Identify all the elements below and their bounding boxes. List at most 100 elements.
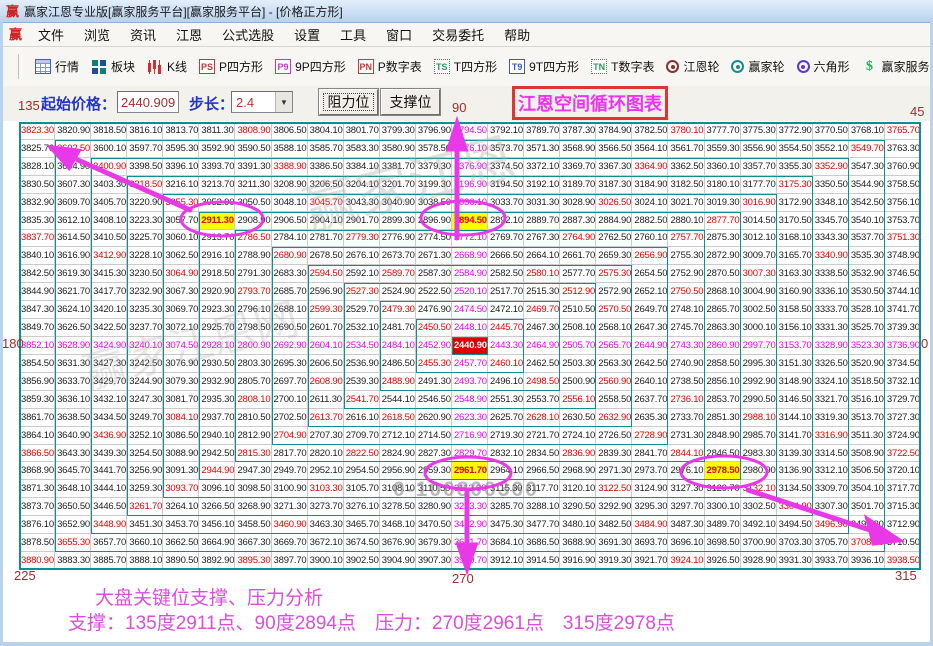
toolbar-items: 行情板块K线PSP四方形P99P四方形PNP数字表TST四方形T99T四方形TN… bbox=[29, 56, 933, 77]
grid-cell: 3417.70 bbox=[91, 283, 127, 301]
grid-cell: 3357.70 bbox=[741, 158, 777, 176]
grid-cell: 2616.10 bbox=[344, 409, 380, 427]
grid-cell: 3504.10 bbox=[849, 480, 885, 498]
grid-cell: 3132.10 bbox=[741, 480, 777, 498]
grid-cell: 3566.50 bbox=[596, 140, 632, 158]
menu-item-浏览[interactable]: 浏览 bbox=[74, 23, 120, 46]
title-bar: 赢 赢家江恩专业版[赢家服务平台][赢家服务平台] - [价格正方形] bbox=[0, 0, 933, 23]
grid-cell: 3746.50 bbox=[885, 265, 921, 283]
grid-cell: 3088.90 bbox=[163, 445, 199, 463]
grid-cell: 2558.50 bbox=[596, 391, 632, 409]
grid-cell: 2923.30 bbox=[199, 301, 235, 319]
grid-cell: 3530.50 bbox=[849, 283, 885, 301]
grid-cell: 3093.70 bbox=[163, 480, 199, 498]
grid-cell: 2515.30 bbox=[524, 283, 560, 301]
grid-cell: 2656.90 bbox=[632, 247, 668, 265]
menu-item-帮助[interactable]: 帮助 bbox=[494, 23, 540, 46]
toolbar-button-板块[interactable]: 板块 bbox=[85, 56, 141, 77]
grid-cell: 3931.30 bbox=[777, 552, 813, 570]
toolbar-button-K线[interactable]: K线 bbox=[141, 56, 193, 77]
grid-cell: 2563.30 bbox=[596, 355, 632, 373]
grid-cell: 2904.10 bbox=[308, 212, 344, 230]
grid-cell: 2748.10 bbox=[668, 301, 704, 319]
grid-cell: 2740.90 bbox=[668, 355, 704, 373]
grid-cell: 2916.10 bbox=[199, 247, 235, 265]
toolbar-button-P四方形[interactable]: PSP四方形 bbox=[193, 56, 269, 77]
grid-cell: 2812.90 bbox=[235, 427, 271, 445]
support-button[interactable]: 支撑位 bbox=[381, 89, 440, 115]
grid-cell: 2572.90 bbox=[596, 283, 632, 301]
grid-cell: 2925.70 bbox=[199, 319, 235, 337]
start-price-input[interactable] bbox=[117, 91, 179, 113]
step-value: 2.4 bbox=[232, 95, 275, 110]
grid-cell: 2608.90 bbox=[308, 373, 344, 391]
grid-cell: 3242.50 bbox=[127, 355, 163, 373]
toolbar-button-六角形[interactable]: 六角形 bbox=[791, 56, 856, 77]
resistance-button[interactable]: 阻力位 bbox=[319, 89, 378, 115]
toolbar-button-9P四方形[interactable]: P99P四方形 bbox=[269, 56, 352, 77]
grid-cell: 3156.10 bbox=[777, 319, 813, 337]
toolbar-button-T四方形[interactable]: TST四方形 bbox=[428, 56, 503, 77]
menu-item-工具[interactable]: 工具 bbox=[330, 23, 376, 46]
angle-label-270: 270 bbox=[452, 571, 474, 586]
grid-cell: 3501.70 bbox=[849, 498, 885, 516]
grid-cell: 2503.30 bbox=[560, 355, 596, 373]
menu-item-交易委托[interactable]: 交易委托 bbox=[422, 23, 494, 46]
toolbar-button-T数字表[interactable]: TNT数字表 bbox=[585, 56, 660, 77]
grid-cell: 2779.30 bbox=[344, 230, 380, 248]
grid-cell: 2750.50 bbox=[668, 283, 704, 301]
grid-cell: 2913.70 bbox=[199, 230, 235, 248]
grid-cell: 2493.70 bbox=[452, 373, 488, 391]
menu-item-设置[interactable]: 设置 bbox=[284, 23, 330, 46]
toolbar-label: 六角形 bbox=[814, 58, 850, 75]
menu-item-公式选股[interactable]: 公式选股 bbox=[212, 23, 284, 46]
grid-cell: 2928.10 bbox=[199, 337, 235, 355]
grid-cell: 3297.70 bbox=[668, 498, 704, 516]
grid-cell: 2448.10 bbox=[452, 319, 488, 337]
menu-item-文件[interactable]: 文件 bbox=[28, 23, 74, 46]
step-combobox[interactable]: 2.4 ▼ bbox=[231, 91, 293, 113]
grid-cell: 3324.10 bbox=[813, 373, 849, 391]
grid-cell: 3674.50 bbox=[344, 534, 380, 552]
toolbar-button-行情[interactable]: 行情 bbox=[29, 56, 85, 77]
grid-cell: 3868.90 bbox=[19, 462, 55, 480]
grid-cell: 2976.10 bbox=[668, 462, 704, 480]
toolbar-button-P数字表[interactable]: PNP数字表 bbox=[352, 56, 428, 77]
grid-cell: 2695.30 bbox=[272, 355, 308, 373]
grid-cell: 3547.30 bbox=[849, 158, 885, 176]
grid-cell: 2757.70 bbox=[668, 230, 704, 248]
toolbar-button-江恩轮[interactable]: 江恩轮 bbox=[660, 56, 725, 77]
grid-cell: 2707.30 bbox=[308, 427, 344, 445]
grid-cell: 3160.90 bbox=[777, 283, 813, 301]
grid-cell: 3655.30 bbox=[55, 534, 91, 552]
grid-cell: 3276.10 bbox=[344, 498, 380, 516]
grid-cell: 3936.10 bbox=[849, 552, 885, 570]
grid-cell: 3352.90 bbox=[813, 158, 849, 176]
toolbar-button-9T四方形[interactable]: T99T四方形 bbox=[503, 56, 585, 77]
grid-cell: 2529.70 bbox=[344, 301, 380, 319]
grid-cell: 2467.30 bbox=[524, 319, 560, 337]
grid-cell: 3535.30 bbox=[849, 247, 885, 265]
grid-cell: 3360.10 bbox=[705, 158, 741, 176]
grid-cell: 3292.90 bbox=[596, 498, 632, 516]
grid-cell: 3590.50 bbox=[235, 140, 271, 158]
grid-cell: 3036.10 bbox=[452, 194, 488, 212]
grid-cell: 3374.50 bbox=[488, 158, 524, 176]
menu-item-江恩[interactable]: 江恩 bbox=[166, 23, 212, 46]
grid-cell: 3544.90 bbox=[849, 176, 885, 194]
toolbar-button-赢家服务[interactable]: $赢家服务 bbox=[856, 56, 933, 77]
grid-cell: 3345.70 bbox=[813, 212, 849, 230]
toolbar-button-赢家轮[interactable]: 赢家轮 bbox=[725, 56, 790, 77]
menu-item-资讯[interactable]: 资讯 bbox=[120, 23, 166, 46]
grid-cell: 2755.30 bbox=[668, 247, 704, 265]
grid-cell: 3076.90 bbox=[163, 355, 199, 373]
grid-cell: 2985.70 bbox=[741, 427, 777, 445]
grid-cell: 3468.10 bbox=[380, 516, 416, 534]
grid-cell: 2654.50 bbox=[632, 265, 668, 283]
menu-item-窗口[interactable]: 窗口 bbox=[376, 23, 422, 46]
grid-cell: 2568.10 bbox=[596, 319, 632, 337]
grid-cell: 3398.50 bbox=[127, 158, 163, 176]
grid-cell: 2918.50 bbox=[199, 265, 235, 283]
grid-cell: 2491.30 bbox=[416, 373, 452, 391]
chevron-down-icon[interactable]: ▼ bbox=[275, 92, 292, 112]
